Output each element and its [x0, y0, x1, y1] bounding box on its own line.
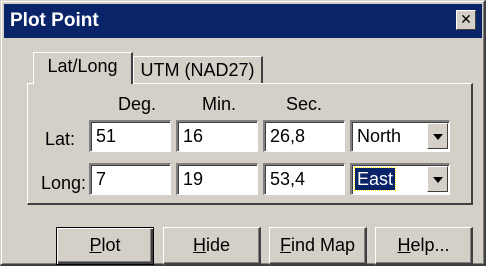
- help-access-key: H: [397, 235, 411, 255]
- plot-label: lot: [101, 235, 121, 255]
- tab-lat-long[interactable]: Lat/Long: [33, 52, 133, 84]
- help-button[interactable]: Help...: [375, 227, 473, 265]
- title-bar[interactable]: Plot Point ✕: [4, 4, 482, 38]
- tab-utm[interactable]: UTM (NAD27): [133, 56, 263, 84]
- find-map-label: ind Map: [290, 235, 356, 255]
- plot-button[interactable]: Plot: [56, 227, 154, 265]
- dialog-title: Plot Point: [10, 10, 99, 31]
- find-map-access-key: F: [279, 235, 291, 255]
- lat-long-panel: [27, 83, 473, 205]
- find-map-button[interactable]: Find Map: [269, 227, 367, 265]
- help-label: elp...: [410, 235, 450, 255]
- tab-lat-long-label: Lat/Long: [47, 56, 118, 76]
- hide-label: ide: [205, 235, 231, 255]
- plot-access-key: P: [89, 235, 102, 255]
- close-button[interactable]: ✕: [456, 10, 476, 30]
- tab-gap: [34, 82, 131, 85]
- close-icon: ✕: [460, 11, 472, 27]
- hide-access-key: H: [192, 235, 206, 255]
- plot-point-dialog: Plot Point ✕ Lat/Long UTM (NAD27) Deg. M…: [0, 0, 486, 266]
- tab-utm-label: UTM (NAD27): [140, 60, 255, 80]
- hide-button[interactable]: Hide: [163, 227, 261, 265]
